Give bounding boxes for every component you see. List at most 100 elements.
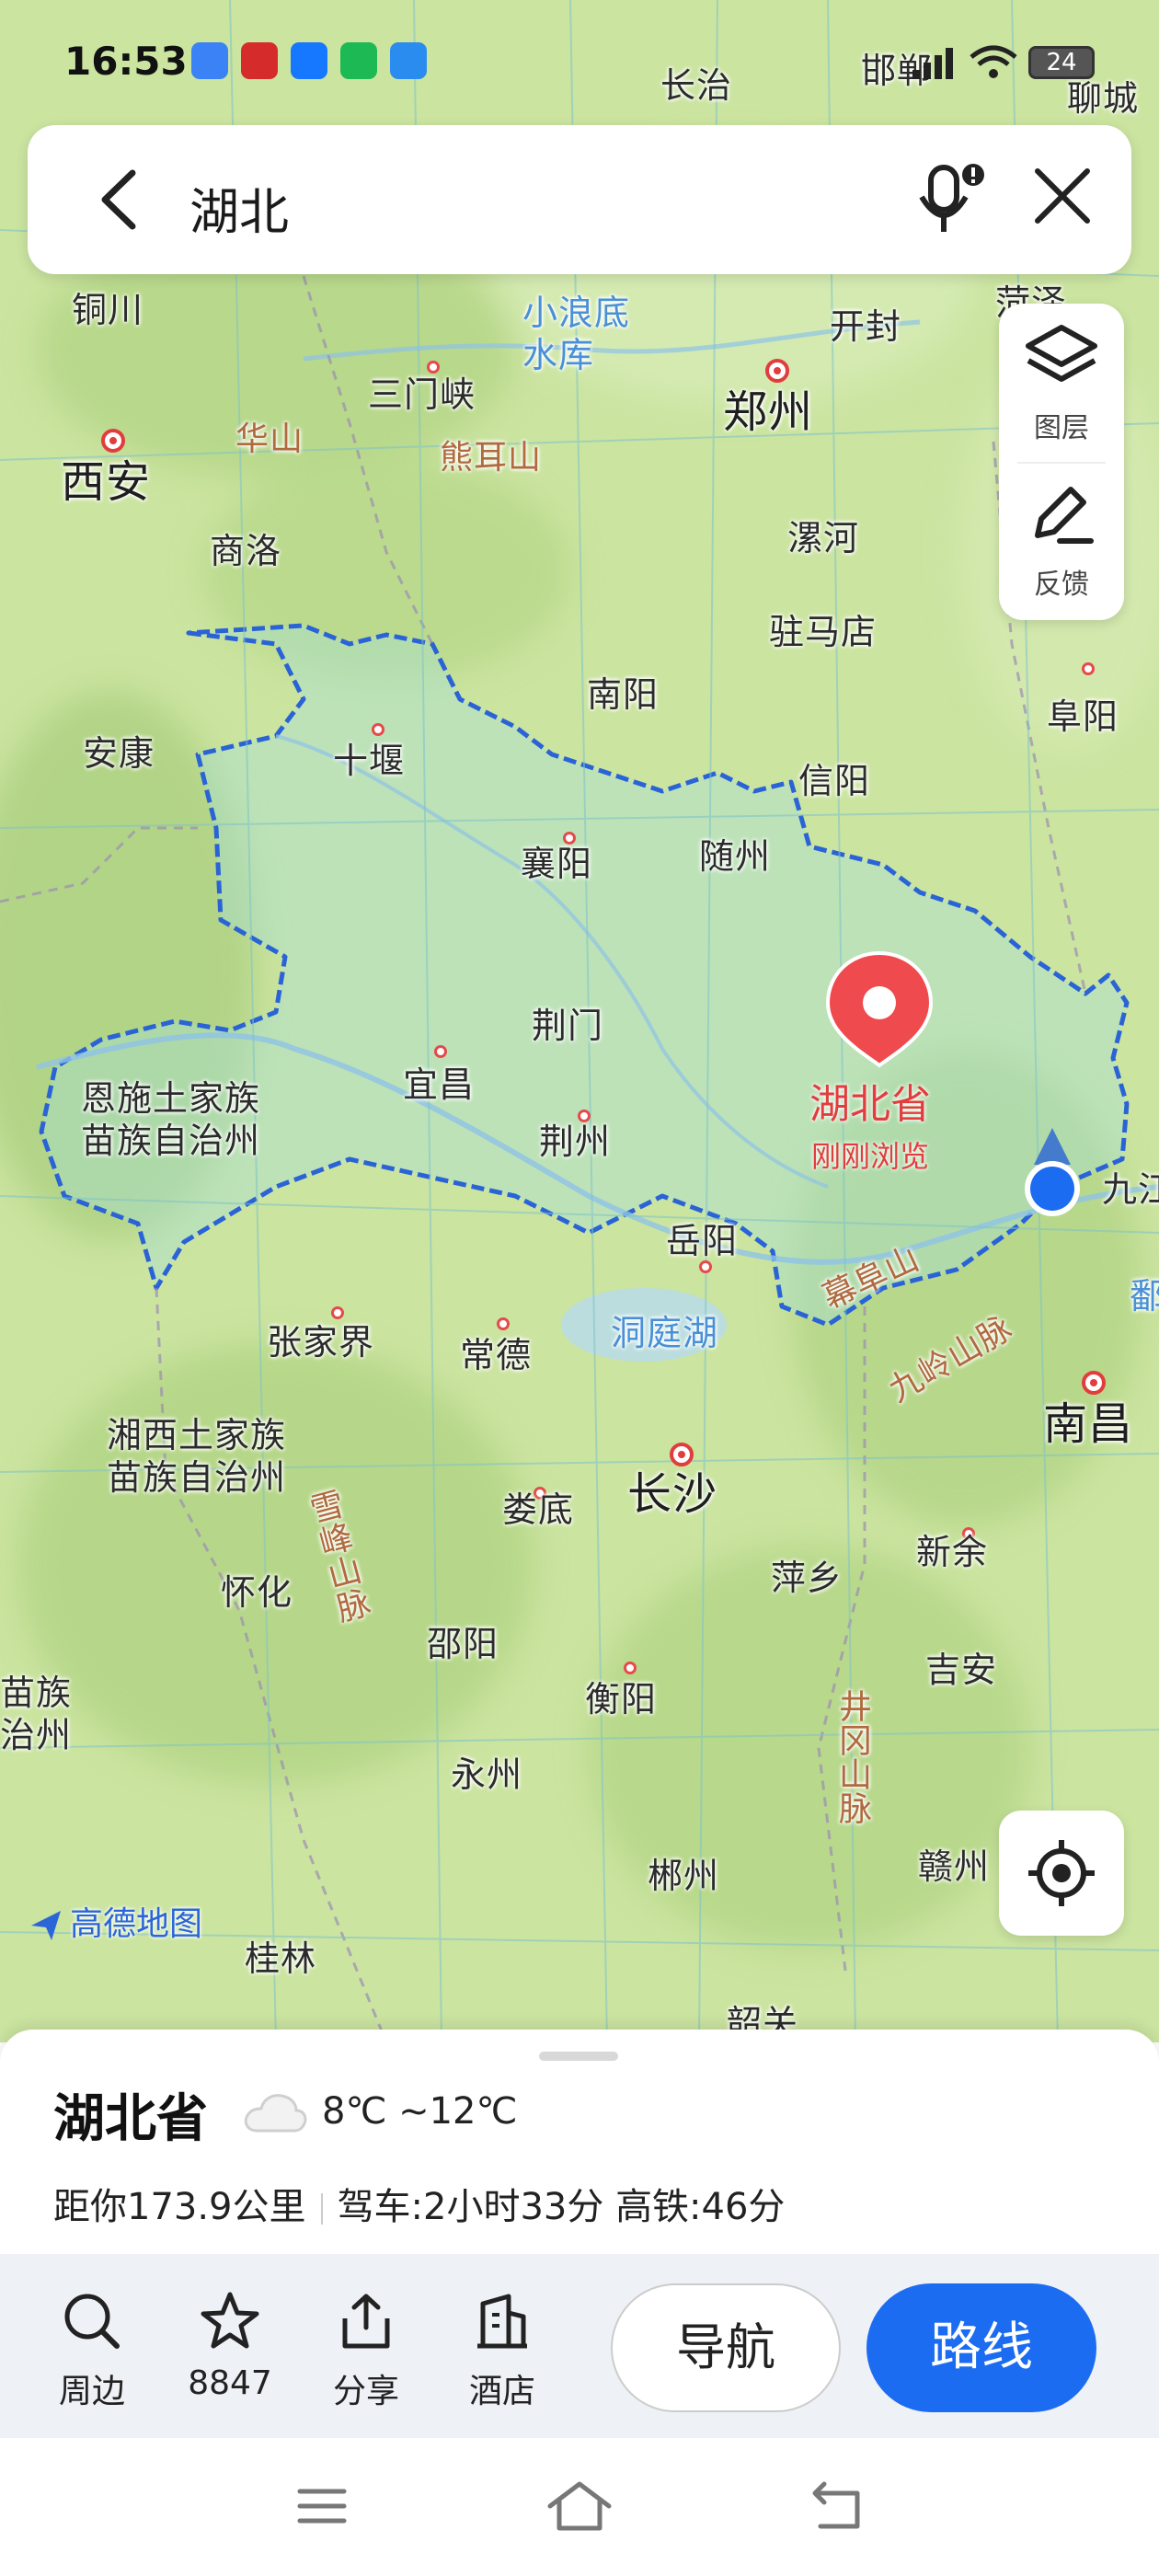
city-dot[interactable] <box>699 1260 712 1273</box>
place-label[interactable]: 驻马店 <box>769 615 877 650</box>
back-icon[interactable] <box>96 167 142 232</box>
city-dot[interactable] <box>578 1110 591 1122</box>
place-label[interactable]: 鄱 <box>1130 1279 1159 1314</box>
place-label[interactable]: 南昌 <box>1043 1402 1133 1446</box>
share-button[interactable]: 分享 <box>311 2291 421 2412</box>
hotel-icon <box>477 2294 527 2349</box>
drive-time: 驾车:2小时33分 <box>337 2186 604 2228</box>
search-query[interactable]: 湖北 <box>189 171 289 244</box>
home-icon[interactable] <box>545 2478 614 2534</box>
place-label[interactable]: 九江 <box>1102 1172 1159 1207</box>
place-label[interactable]: 开封 <box>830 309 901 344</box>
place-label[interactable]: 华山 <box>235 423 304 456</box>
feedback-icon <box>1035 487 1094 544</box>
feedback-button[interactable]: 反馈 <box>999 478 1124 602</box>
hotel-button[interactable]: 酒店 <box>447 2291 557 2412</box>
map-controls-panel: 图层 反馈 <box>999 304 1124 620</box>
place-label[interactable]: 三门峡 <box>368 377 476 412</box>
place-label[interactable]: 安康 <box>83 736 155 771</box>
share-icon <box>342 2294 390 2349</box>
return-icon[interactable] <box>808 2478 868 2534</box>
menu-icon[interactable] <box>294 2478 350 2534</box>
place-label[interactable]: 衡阳 <box>585 1682 657 1717</box>
close-icon[interactable] <box>1030 164 1095 228</box>
place-label[interactable]: 怀化 <box>221 1575 293 1610</box>
action-bar: 周边 8847 分享 酒店 导航 路线 <box>0 2254 1159 2438</box>
navigate-button[interactable]: 导航 <box>611 2283 841 2412</box>
place-label[interactable]: 张家界 <box>267 1325 374 1360</box>
alipay-icon <box>291 42 327 79</box>
place-label[interactable]: 娄底 <box>502 1492 574 1527</box>
place-label[interactable]: 洞庭湖 <box>611 1316 718 1351</box>
city-dot[interactable] <box>372 723 384 736</box>
city-dot[interactable] <box>563 832 576 845</box>
route-button[interactable]: 路线 <box>866 2283 1096 2412</box>
divider <box>1017 462 1106 464</box>
city-dot[interactable] <box>331 1306 344 1319</box>
place-label[interactable]: 小浪底 水库 <box>522 293 630 376</box>
distance-info: 距你173.9公里 驾车:2小时33分 高铁:46分 <box>53 2177 785 2230</box>
capital-marker-xian[interactable] <box>101 429 125 453</box>
place-label[interactable]: 阜阳 <box>1047 699 1119 734</box>
map-view[interactable]: 长治 邯郸 聊城 铜川 小浪底 水库 开封 菏泽 三门峡 郑州 西安 华山 熊耳… <box>0 0 1159 2042</box>
place-label[interactable]: 西安 <box>61 460 151 504</box>
place-label[interactable]: 信阳 <box>798 764 870 799</box>
place-label[interactable]: 商洛 <box>210 534 281 569</box>
place-label[interactable]: 熊耳山 <box>440 442 542 475</box>
capital-marker-changsha[interactable] <box>670 1443 694 1466</box>
place-label[interactable]: 邵阳 <box>427 1627 499 1662</box>
app-notification-icon <box>191 42 228 79</box>
place-label[interactable]: 恩施土家族 苗族自治州 <box>81 1078 260 1162</box>
place-label[interactable]: 井冈山脉 <box>833 1689 871 1825</box>
place-label[interactable]: 荆门 <box>532 1008 603 1043</box>
place-label[interactable]: 漯河 <box>787 521 859 556</box>
city-dot[interactable] <box>434 1045 447 1058</box>
place-label[interactable]: 桂林 <box>245 1941 316 1976</box>
place-label[interactable]: 永州 <box>451 1757 522 1792</box>
place-label[interactable]: 郴州 <box>648 1858 719 1893</box>
city-dot[interactable] <box>1082 662 1095 675</box>
locate-icon <box>1028 1840 1095 1906</box>
mic-icon[interactable] <box>912 156 988 239</box>
locate-button[interactable] <box>999 1811 1124 1936</box>
pin-subtitle: 刚刚浏览 <box>810 1139 929 1174</box>
sheet-drag-handle[interactable] <box>539 2052 618 2061</box>
capital-marker-nanchang[interactable] <box>1082 1371 1106 1395</box>
place-label[interactable]: 铜川 <box>72 293 143 328</box>
wifi-icon <box>970 45 1017 78</box>
capital-marker-zhengzhou[interactable] <box>765 359 789 383</box>
place-label[interactable]: 萍乡 <box>771 1560 843 1595</box>
place-label[interactable]: 常德 <box>460 1338 532 1373</box>
search-icon <box>64 2294 120 2349</box>
place-label[interactable]: 南阳 <box>587 677 659 712</box>
place-label[interactable]: 赣州 <box>918 1849 990 1884</box>
app-notification-icon <box>241 42 278 79</box>
weather-text: 8℃ ~12℃ <box>322 2090 518 2133</box>
place-label[interactable]: 随州 <box>699 839 771 874</box>
place-label[interactable]: 吉安 <box>925 1652 997 1687</box>
city-dot[interactable] <box>624 1662 637 1674</box>
search-bar[interactable]: 湖北 <box>28 125 1131 274</box>
place-label[interactable]: 苗族 治州 <box>0 1673 72 1756</box>
layers-button[interactable]: 图层 <box>999 322 1124 445</box>
my-location-icon[interactable] <box>1019 1128 1085 1229</box>
status-bar: 16:53 24 <box>0 0 1159 120</box>
place-label[interactable]: 新余 <box>916 1535 988 1570</box>
city-dot[interactable] <box>497 1317 510 1330</box>
map-pin-icon[interactable] <box>822 949 936 1069</box>
favorite-button[interactable]: 8847 <box>175 2291 285 2402</box>
nearby-button[interactable]: 周边 <box>37 2291 147 2412</box>
place-label[interactable]: 襄阳 <box>521 846 592 881</box>
battery-indicator: 24 <box>1028 46 1095 79</box>
place-label[interactable]: 宜昌 <box>403 1067 475 1102</box>
place-label[interactable]: 湘西土家族 苗族自治州 <box>107 1415 286 1499</box>
place-label[interactable]: 郑州 <box>723 390 813 434</box>
city-dot[interactable] <box>427 361 440 374</box>
place-label[interactable]: 十堰 <box>333 743 405 778</box>
layers-label: 图层 <box>1034 412 1089 444</box>
place-label[interactable]: 岳阳 <box>666 1224 738 1259</box>
pin-label[interactable]: 湖北省 刚刚浏览 <box>809 1071 931 1176</box>
system-navigation-bar <box>0 2438 1159 2576</box>
place-label[interactable]: 荆州 <box>539 1124 611 1159</box>
place-label[interactable]: 长沙 <box>627 1472 717 1516</box>
